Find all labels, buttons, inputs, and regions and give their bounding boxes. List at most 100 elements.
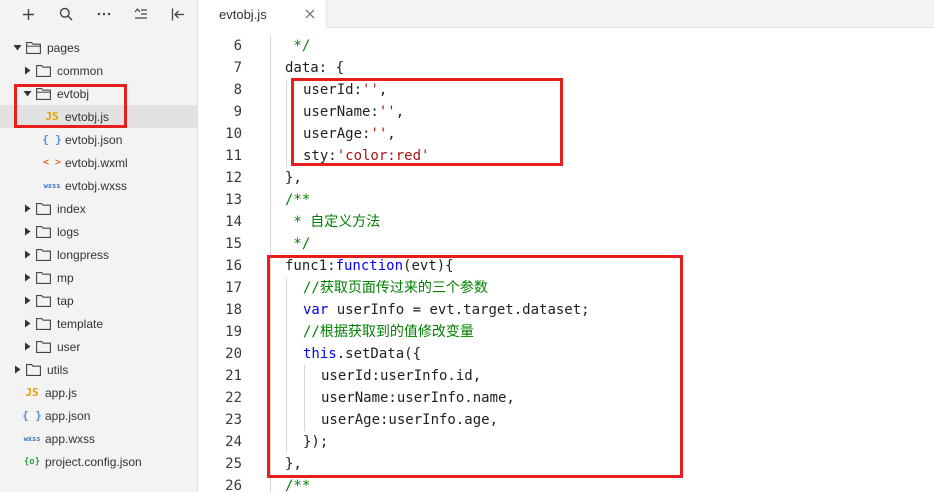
code-line: 13 /** — [199, 189, 934, 211]
indent-guide — [270, 79, 271, 101]
line-number: 16 — [225, 258, 242, 274]
new-file-button[interactable] — [10, 2, 47, 26]
code-text: * 自定义方法 — [285, 211, 380, 233]
line-number: 14 — [225, 214, 242, 230]
indent-guide — [286, 321, 287, 343]
code-token: func1: — [285, 258, 336, 274]
code-string: '' — [362, 82, 379, 98]
tree-file-evtobj-json[interactable]: { } evtobj.json — [0, 128, 197, 151]
code-editor[interactable]: 6 */7 data: {8 userId:'', 9 userName:'', 10 us… — [199, 28, 934, 492]
indent-guide — [270, 145, 271, 167]
indent-guide — [286, 277, 287, 299]
indent-guide — [270, 431, 271, 453]
indent-guide — [286, 365, 287, 387]
chevron-right-icon[interactable] — [22, 250, 32, 260]
tree-item-label: longpress — [57, 247, 110, 262]
indent-guide — [286, 123, 287, 145]
code-token: userName:userInfo.name, — [321, 390, 515, 406]
indent-guide — [270, 167, 271, 189]
code-text: func1:function(evt){ — [285, 255, 454, 277]
tab-evtobj-js[interactable]: evtobj.js — [199, 0, 327, 28]
line-number: 22 — [225, 390, 242, 406]
tree-file-app-json[interactable]: { } app.json — [0, 404, 197, 427]
code-token: userAge:userInfo.age, — [321, 412, 499, 428]
tree-folder-evtobj[interactable]: evtobj — [0, 82, 197, 105]
code-token: , — [378, 82, 388, 98]
tree-file-evtobj-js[interactable]: JS evtobj.js — [0, 105, 197, 128]
tree-folder-pages[interactable]: pages — [0, 36, 197, 59]
code-token: }); — [303, 434, 329, 450]
chevron-right-icon[interactable] — [22, 273, 32, 283]
code-token: , — [395, 104, 405, 120]
indent-guide — [270, 211, 271, 233]
collapse-button[interactable] — [160, 2, 197, 26]
indent-guide — [286, 79, 287, 101]
code-line: 9 userName:'', — [199, 101, 934, 123]
line-number: 17 — [225, 280, 242, 296]
chevron-down-icon[interactable] — [22, 89, 32, 99]
code-text: /** — [285, 189, 310, 211]
indent-guide — [286, 387, 287, 409]
folder-icon — [36, 225, 52, 238]
tree-folder-index[interactable]: index — [0, 197, 197, 220]
folder-open-icon — [26, 41, 42, 54]
chevron-right-icon[interactable] — [22, 319, 32, 329]
line-number: 10 — [225, 126, 242, 142]
code-line: 25}, — [199, 453, 934, 475]
tree-folder-longpress[interactable]: longpress — [0, 243, 197, 266]
code-line: 19 //根据获取到的值修改变量 — [199, 321, 934, 343]
folder-icon — [26, 363, 42, 376]
tree-file-evtobj-wxss[interactable]: wxss evtobj.wxss — [0, 174, 197, 197]
code-comment: */ — [285, 236, 311, 252]
tree-file-app-wxss[interactable]: wxss app.wxss — [0, 427, 197, 450]
chevron-right-icon[interactable] — [22, 66, 32, 76]
code-text: }, — [285, 453, 302, 475]
chevron-right-icon[interactable] — [22, 342, 32, 352]
sort-button[interactable] — [122, 2, 159, 26]
folder-icon — [36, 340, 52, 353]
chevron-right-icon[interactable] — [22, 204, 32, 214]
file-tree: pages common evtobj JS evtobj.js{ } evtobj.js… — [0, 36, 197, 473]
chevron-right-icon[interactable] — [22, 296, 32, 306]
indent-guide — [286, 343, 287, 365]
tree-folder-mp[interactable]: mp — [0, 266, 197, 289]
code-comment: * 自定义方法 — [285, 214, 381, 230]
folder-icon — [36, 202, 52, 215]
indent-guide — [270, 255, 271, 277]
tree-file-project-config-json[interactable]: {o} project.config.json — [0, 450, 197, 473]
tree-folder-common[interactable]: common — [0, 59, 197, 82]
search-button[interactable] — [47, 2, 84, 26]
tree-item-label: evtobj.js — [65, 109, 110, 124]
code-token: userName: — [303, 104, 379, 120]
tree-folder-template[interactable]: template — [0, 312, 197, 335]
tree-folder-logs[interactable]: logs — [0, 220, 197, 243]
code-line: 7 data: { — [199, 57, 934, 79]
code-text: var userInfo = evt.target.dataset; — [303, 299, 590, 321]
indent-guide — [270, 409, 271, 431]
code-line: 17 //获取页面传过来的三个参数 — [199, 277, 934, 299]
code-line: 8 userId:'', — [199, 79, 934, 101]
code-keyword: var — [303, 302, 329, 318]
indent-guide — [270, 321, 271, 343]
code-token: userInfo = evt.target.dataset; — [328, 302, 590, 318]
tree-item-label: app.json — [45, 408, 91, 423]
indent-guide — [286, 431, 287, 453]
code-line: 15 */ — [199, 233, 934, 255]
indent-guide — [270, 277, 271, 299]
tree-item-label: logs — [57, 224, 80, 239]
tree-file-app-js[interactable]: JS app.js — [0, 381, 197, 404]
code-comment: /** — [285, 192, 311, 208]
chevron-down-icon[interactable] — [12, 43, 22, 53]
tree-folder-tap[interactable]: tap — [0, 289, 197, 312]
code-token: data: { — [285, 60, 345, 76]
tab-close-button[interactable] — [304, 8, 316, 20]
tree-file-evtobj-wxml[interactable]: < > evtobj.wxml — [0, 151, 197, 174]
chevron-right-icon[interactable] — [12, 365, 22, 375]
code-comment: //获取页面传过来的三个参数 — [303, 280, 488, 296]
tree-folder-user[interactable]: user — [0, 335, 197, 358]
chevron-right-icon[interactable] — [22, 227, 32, 237]
more-button[interactable] — [85, 2, 122, 26]
tree-folder-utils[interactable]: utils — [0, 358, 197, 381]
code-line: 22 userName:userInfo.name, — [199, 387, 934, 409]
tree-item-label: mp — [57, 270, 74, 285]
